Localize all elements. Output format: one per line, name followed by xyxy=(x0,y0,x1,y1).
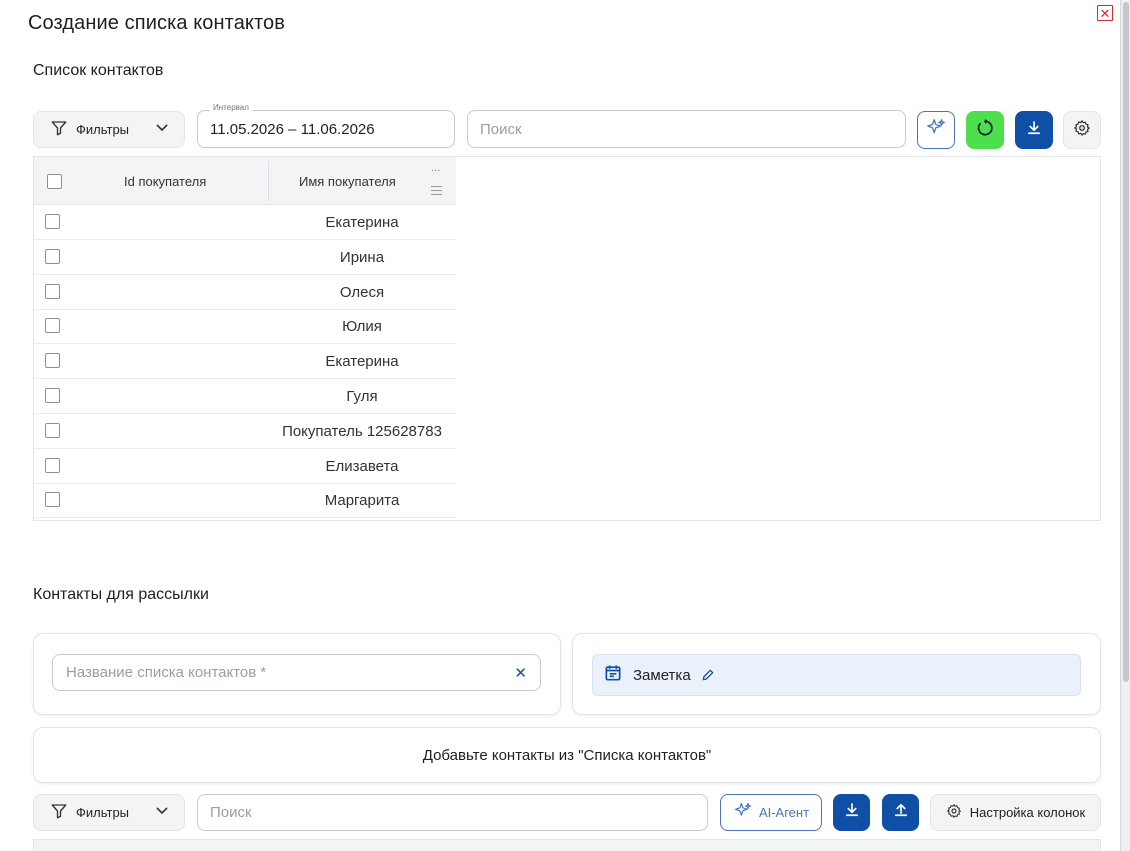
customer-name-cell: Ирина xyxy=(339,248,385,266)
ai-sparkle-button[interactable] xyxy=(917,111,955,149)
mailing-download-button[interactable] xyxy=(833,794,870,831)
dialog-title: Создание списка контактов xyxy=(28,12,285,34)
download-icon xyxy=(843,801,861,824)
table-row[interactable]: Олеся xyxy=(34,275,456,310)
contacts-table: Id покупателя Имя покупателя ... Екатери… xyxy=(33,156,1101,521)
table-row[interactable]: Покупатель 125628783 xyxy=(34,414,456,449)
sparkle-icon xyxy=(733,801,753,824)
mailing-table-header xyxy=(33,839,1101,851)
mailing-search-input[interactable]: Поиск xyxy=(197,794,708,831)
contacts-search-input[interactable]: Поиск xyxy=(467,110,906,148)
gear-icon xyxy=(1073,119,1091,142)
customer-name-cell: Елизавета xyxy=(325,457,399,475)
table-row[interactable]: Юлия xyxy=(34,309,456,345)
filters-button[interactable]: Фильтры xyxy=(33,111,185,148)
mailing-filters-label: Фильтры xyxy=(76,805,130,820)
row-checkbox[interactable] xyxy=(45,492,60,508)
list-name-placeholder: Название списка контактов * xyxy=(66,664,267,681)
column-divider[interactable] xyxy=(268,161,269,201)
table-row[interactable]: Маргарита xyxy=(34,483,456,519)
column-settings-button[interactable]: Настройка колонок xyxy=(930,794,1101,831)
table-settings-button[interactable] xyxy=(1063,111,1101,149)
clear-icon[interactable]: ✕ xyxy=(514,664,527,682)
row-checkbox[interactable] xyxy=(45,457,60,473)
filter-icon xyxy=(50,802,68,823)
table-row[interactable]: Ирина xyxy=(34,240,456,275)
contacts-section-title: Список контактов xyxy=(33,62,164,79)
table-row[interactable]: Екатерина xyxy=(34,205,456,240)
refresh-button[interactable] xyxy=(966,111,1004,149)
refresh-icon xyxy=(975,118,995,143)
customer-name-cell: Покупатель 125628783 xyxy=(282,422,442,440)
mailing-section-title: Контакты для рассылки xyxy=(33,586,209,603)
scrollbar-thumb[interactable] xyxy=(1123,2,1129,682)
interval-label: Интервал xyxy=(210,103,252,112)
download-icon xyxy=(1025,119,1043,142)
ai-agent-label: AI-Агент xyxy=(758,805,810,820)
customer-name-cell: Маргарита xyxy=(324,492,400,510)
column-header-name[interactable]: Имя покупателя xyxy=(299,174,396,189)
ai-agent-button[interactable]: AI-Агент xyxy=(720,794,822,831)
table-row[interactable]: Елизавета xyxy=(34,449,456,484)
upload-icon xyxy=(892,801,910,824)
mailing-upload-button[interactable] xyxy=(882,794,919,831)
row-checkbox[interactable] xyxy=(45,422,60,438)
table-row[interactable]: Гуля xyxy=(34,379,456,414)
filter-icon xyxy=(50,119,68,140)
sparkle-icon xyxy=(925,117,947,144)
create-contact-list-dialog: Создание списка контактов ✕ Список конта… xyxy=(0,0,1121,851)
table-row[interactable]: Екатерина xyxy=(34,344,456,380)
note-field[interactable]: Заметка xyxy=(592,654,1081,696)
gear-icon xyxy=(946,803,962,822)
note-label: Заметка xyxy=(633,666,691,684)
download-button[interactable] xyxy=(1015,111,1053,149)
row-checkbox[interactable] xyxy=(45,388,60,403)
interval-date-field[interactable]: 11.05.2026 – 11.06.2026 xyxy=(197,110,455,148)
column-settings-label: Настройка колонок xyxy=(969,805,1086,820)
customer-name-cell: Екатерина xyxy=(325,214,399,231)
calendar-note-icon xyxy=(603,663,623,687)
column-resize-icon[interactable] xyxy=(431,186,442,198)
pencil-icon[interactable] xyxy=(701,668,715,682)
chevron-down-icon xyxy=(154,803,170,822)
empty-hint-text: Добавьте контакты из "Списка контактов" xyxy=(422,746,712,764)
row-checkbox[interactable] xyxy=(45,318,60,334)
page-scrollbar[interactable] xyxy=(1122,0,1130,851)
customer-name-cell: Гуля xyxy=(346,388,378,405)
close-icon[interactable]: ✕ xyxy=(1097,5,1113,21)
customer-name-cell: Олеся xyxy=(339,283,385,301)
row-checkbox[interactable] xyxy=(45,214,60,229)
column-header-id[interactable]: Id покупателя xyxy=(124,174,206,189)
table-header: Id покупателя Имя покупателя ... xyxy=(34,157,456,205)
mailing-filters-button[interactable]: Фильтры xyxy=(33,794,185,831)
row-checkbox[interactable] xyxy=(45,283,60,299)
chevron-down-icon xyxy=(154,120,170,139)
empty-hint-card: Добавьте контакты из "Списка контактов" xyxy=(33,727,1101,783)
row-checkbox[interactable] xyxy=(45,353,60,369)
row-checkbox[interactable] xyxy=(45,248,60,264)
select-all-checkbox[interactable] xyxy=(47,174,62,189)
list-name-input[interactable]: Название списка контактов * ✕ xyxy=(52,654,541,691)
customer-name-cell: Юлия xyxy=(342,318,382,336)
column-menu-icon[interactable]: ... xyxy=(431,163,440,174)
filters-label: Фильтры xyxy=(76,122,130,137)
customer-name-cell: Екатерина xyxy=(325,353,399,371)
